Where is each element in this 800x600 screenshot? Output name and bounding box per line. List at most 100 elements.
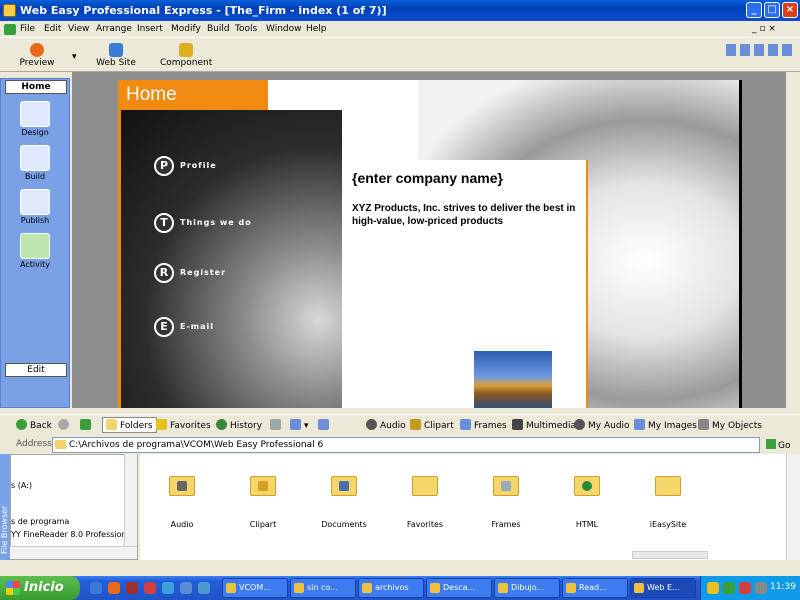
- quicklaunch-extra-icon[interactable]: [198, 582, 210, 594]
- menu-arrange[interactable]: Arrange: [96, 24, 132, 34]
- component-button[interactable]: Component: [160, 40, 212, 68]
- folder-icon: [331, 476, 357, 496]
- nav-item-email[interactable]: E E-mail: [154, 317, 274, 337]
- nav-item-profile[interactable]: P Profile: [154, 156, 274, 176]
- preview-button[interactable]: Preview: [16, 40, 58, 68]
- task-desca[interactable]: Desca...: [426, 578, 492, 598]
- quicklaunch-browser-icon[interactable]: [108, 582, 120, 594]
- move-to-button[interactable]: [270, 419, 284, 431]
- menu-file[interactable]: File: [20, 24, 35, 34]
- nav-badge: T: [154, 213, 174, 233]
- maximize-button[interactable]: □: [764, 2, 780, 18]
- company-name[interactable]: {enter company name}: [352, 170, 503, 186]
- folder-clipart[interactable]: Clipart: [227, 476, 299, 529]
- history-button[interactable]: History: [216, 419, 262, 431]
- up-folder-button[interactable]: [80, 419, 94, 431]
- restore-child-button[interactable]: _ ▫ ×: [752, 24, 776, 34]
- folder-favorites[interactable]: Favorites: [389, 476, 461, 529]
- my-images-icon: [634, 419, 645, 430]
- go-button[interactable]: Go: [766, 439, 790, 451]
- task-sin-co[interactable]: sin co...: [290, 578, 356, 598]
- nav-item-register[interactable]: R Register: [154, 263, 274, 283]
- tray-volume-icon[interactable]: [755, 582, 767, 594]
- address-input[interactable]: C:\Archivos de programa\VCOM\Web Easy Pr…: [52, 437, 760, 453]
- file-browser-tab[interactable]: File Browser: [0, 454, 10, 560]
- close-button[interactable]: ×: [782, 2, 798, 18]
- build-button[interactable]: Build: [13, 145, 57, 181]
- document-icon: [4, 24, 16, 35]
- my-objects-icon: [698, 419, 709, 430]
- menu-window[interactable]: Window: [266, 24, 302, 34]
- quicklaunch-show-icon[interactable]: [180, 582, 192, 594]
- menu-build[interactable]: Build: [207, 24, 230, 34]
- tree-vertical-scrollbar[interactable]: [124, 454, 137, 546]
- task-read[interactable]: Read...: [562, 578, 628, 598]
- menu-edit[interactable]: Edit: [44, 24, 61, 34]
- folder-audio[interactable]: Audio: [146, 476, 218, 529]
- minimize-button[interactable]: _: [746, 2, 762, 18]
- folder-icon: [169, 476, 195, 496]
- folder-icon: [493, 476, 519, 496]
- up-folder-icon: [80, 419, 91, 430]
- address-value: C:\Archivos de programa\VCOM\Web Easy Pr…: [69, 440, 324, 450]
- menu-insert[interactable]: Insert: [137, 24, 163, 34]
- tree-horizontal-scrollbar[interactable]: [10, 546, 137, 559]
- properties-icon: [318, 419, 329, 430]
- menu-modify[interactable]: Modify: [171, 24, 201, 34]
- component-icon: [179, 43, 193, 57]
- menu-tools[interactable]: Tools: [235, 24, 257, 34]
- quicklaunch-ie-icon[interactable]: [162, 582, 174, 594]
- forward-button[interactable]: [58, 419, 72, 431]
- task-dibujo[interactable]: Dibujo...: [494, 578, 560, 598]
- view-toggle-icons[interactable]: [726, 44, 796, 56]
- activity-button[interactable]: Activity: [13, 233, 57, 269]
- audio-button[interactable]: Audio: [366, 419, 406, 431]
- tray-security-icon[interactable]: [739, 582, 751, 594]
- my-images-button[interactable]: My Images: [634, 419, 697, 431]
- page-canvas[interactable]: Home P Profile T Things we do R Register…: [118, 80, 742, 408]
- folder-ieasysite[interactable]: iEasySite: [632, 476, 704, 529]
- folders-button[interactable]: Folders: [102, 417, 157, 433]
- tray-language-icon[interactable]: [707, 582, 719, 594]
- my-objects-button[interactable]: My Objects: [698, 419, 762, 431]
- design-button[interactable]: Design: [13, 101, 57, 137]
- properties-button[interactable]: [318, 419, 332, 431]
- tree-item-floppy[interactable]: s (A:): [11, 481, 32, 490]
- tagline-text[interactable]: XYZ Products, Inc. strives to deliver th…: [352, 202, 582, 228]
- title-bar: Web Easy Professional Express - [The_Fir…: [0, 0, 800, 21]
- coast-photo[interactable]: [474, 351, 552, 408]
- views-button[interactable]: ▾: [290, 419, 309, 431]
- publish-button[interactable]: Publish: [13, 189, 57, 225]
- my-audio-button[interactable]: My Audio: [574, 419, 630, 431]
- menu-help[interactable]: Help: [306, 24, 327, 34]
- task-vcom[interactable]: VCOM...: [222, 578, 288, 598]
- website-button[interactable]: Web Site: [92, 40, 140, 68]
- quicklaunch-desktop-icon[interactable]: [90, 582, 102, 594]
- folder-documents[interactable]: Documents: [308, 476, 380, 529]
- quicklaunch-media-icon[interactable]: [144, 582, 156, 594]
- folder-html[interactable]: HTML: [551, 476, 623, 529]
- nav-label: Things we do: [180, 218, 252, 227]
- files-vertical-scrollbar[interactable]: [786, 454, 800, 560]
- frames-button[interactable]: Frames: [460, 419, 507, 431]
- task-web-easy[interactable]: Web E...: [630, 578, 696, 598]
- clipart-button[interactable]: Clipart: [410, 419, 454, 431]
- nav-item-things-we-do[interactable]: T Things we do: [154, 213, 274, 233]
- main-toolbar: Preview ▾ Web Site Component: [0, 38, 800, 72]
- tree-item-program-files[interactable]: s de programa: [11, 517, 69, 526]
- start-button[interactable]: Inicio: [0, 576, 80, 600]
- multimedia-button[interactable]: Multimedia: [512, 419, 576, 431]
- edit-button[interactable]: Edit: [5, 363, 67, 377]
- favorites-button[interactable]: Favorites: [156, 419, 211, 431]
- menu-view[interactable]: View: [68, 24, 89, 34]
- task-icon: [430, 583, 440, 593]
- preview-dropdown-icon[interactable]: ▾: [72, 52, 77, 62]
- back-button[interactable]: Back: [16, 419, 52, 431]
- quicklaunch-app-icon[interactable]: [126, 582, 138, 594]
- home-button[interactable]: Home: [5, 80, 67, 94]
- folder-frames[interactable]: Frames: [470, 476, 542, 529]
- tray-network-icon[interactable]: [723, 582, 735, 594]
- tree-item-finereader[interactable]: YY FineReader 8.0 Profession: [11, 530, 127, 539]
- task-archivos[interactable]: archivos: [358, 578, 424, 598]
- folder-tree[interactable]: s (A:) s de programa YY FineReader 8.0 P…: [10, 454, 138, 560]
